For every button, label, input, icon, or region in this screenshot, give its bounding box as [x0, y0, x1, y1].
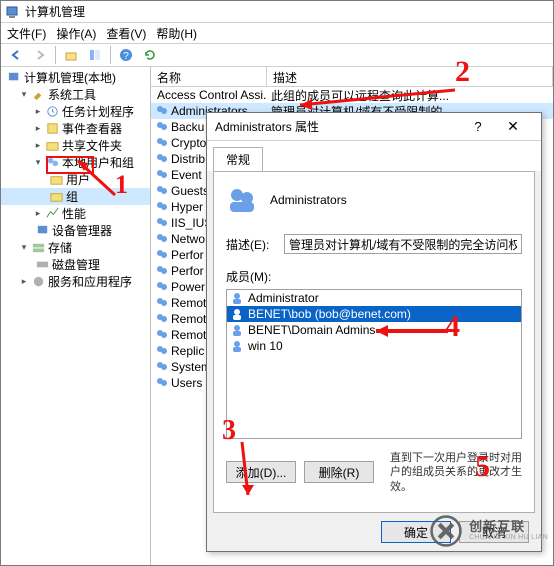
forward-button[interactable]	[29, 45, 51, 65]
member-row[interactable]: BENET\bob (bob@benet.com)	[227, 306, 521, 322]
tree-groups[interactable]: 组	[1, 188, 150, 205]
titlebar: 计算机管理	[1, 1, 553, 23]
tree-performance[interactable]: ▸性能	[1, 205, 150, 222]
dialog-titlebar: Administrators 属性 ? ✕	[207, 113, 541, 141]
group-name: Administrators	[270, 193, 347, 207]
app-icon	[5, 4, 21, 20]
menu-action[interactable]: 操作(A)	[56, 25, 96, 42]
close-icon[interactable]: ✕	[493, 118, 533, 135]
col-desc[interactable]: 描述	[267, 67, 553, 86]
dialog-title: Administrators 属性	[215, 118, 319, 135]
member-row[interactable]: Administrator	[227, 290, 521, 306]
properties-dialog: Administrators 属性 ? ✕ 常规 Administrators …	[206, 112, 542, 552]
tree-disk-management[interactable]: 磁盘管理	[1, 256, 150, 273]
list-header: 名称 描述	[151, 67, 553, 87]
tab-general[interactable]: 常规	[213, 147, 263, 171]
show-hide-button[interactable]	[84, 45, 106, 65]
list-row[interactable]: Access Control Assi...此组的成员可以远程查询此计算...	[151, 87, 553, 103]
tree-system-tools[interactable]: ▾系统工具	[1, 86, 150, 103]
tree-users[interactable]: 用户	[1, 171, 150, 188]
desc-label: 描述(E):	[226, 236, 276, 253]
tree-local-users-groups[interactable]: ▾本地用户和组	[1, 154, 150, 171]
tabstrip: 常规	[207, 141, 541, 171]
menubar: 文件(F) 操作(A) 查看(V) 帮助(H)	[1, 23, 553, 43]
menu-view[interactable]: 查看(V)	[106, 25, 146, 42]
watermark-en: CHUANG XIN HU LIAN	[469, 534, 548, 542]
tree-pane: 计算机管理(本地) ▾系统工具 ▸任务计划程序 ▸事件查看器 ▸共享文件夹 ▾本…	[1, 67, 151, 565]
tree-device-manager[interactable]: 设备管理器	[1, 222, 150, 239]
menu-file[interactable]: 文件(F)	[7, 25, 46, 42]
members-label: 成员(M):	[226, 268, 522, 285]
tree-root[interactable]: 计算机管理(本地)	[1, 69, 150, 86]
member-row[interactable]: BENET\Domain Admins	[227, 322, 521, 338]
tree-services-apps[interactable]: ▸服务和应用程序	[1, 273, 150, 290]
tree-task-scheduler[interactable]: ▸任务计划程序	[1, 103, 150, 120]
menu-help[interactable]: 帮助(H)	[156, 25, 197, 42]
svg-text:?: ?	[123, 51, 129, 62]
toolbar: ?	[1, 43, 553, 67]
remove-button[interactable]: 删除(R)	[304, 461, 374, 483]
tree-event-viewer[interactable]: ▸事件查看器	[1, 120, 150, 137]
col-name[interactable]: 名称	[151, 67, 267, 86]
up-button[interactable]	[60, 45, 82, 65]
watermark-logo-icon	[429, 514, 463, 548]
refresh-button[interactable]	[139, 45, 161, 65]
window-title: 计算机管理	[25, 3, 85, 20]
back-button[interactable]	[5, 45, 27, 65]
group-icon	[226, 184, 258, 216]
watermark: 创新互联 CHUANG XIN HU LIAN	[429, 514, 548, 548]
add-button[interactable]: 添加(D)...	[226, 461, 296, 483]
help-button[interactable]: ?	[115, 45, 137, 65]
watermark-cn: 创新互联	[469, 520, 548, 534]
members-listbox[interactable]: AdministratorBENET\bob (bob@benet.com)BE…	[226, 289, 522, 439]
membership-hint: 直到下一次用户登录时对用户的组成员关系的更改才生效。	[390, 451, 522, 494]
description-field[interactable]	[284, 234, 522, 254]
tree-shared-folders[interactable]: ▸共享文件夹	[1, 137, 150, 154]
dialog-help-button[interactable]: ?	[463, 119, 493, 134]
tree-storage[interactable]: ▾存储	[1, 239, 150, 256]
member-row[interactable]: win 10	[227, 338, 521, 354]
